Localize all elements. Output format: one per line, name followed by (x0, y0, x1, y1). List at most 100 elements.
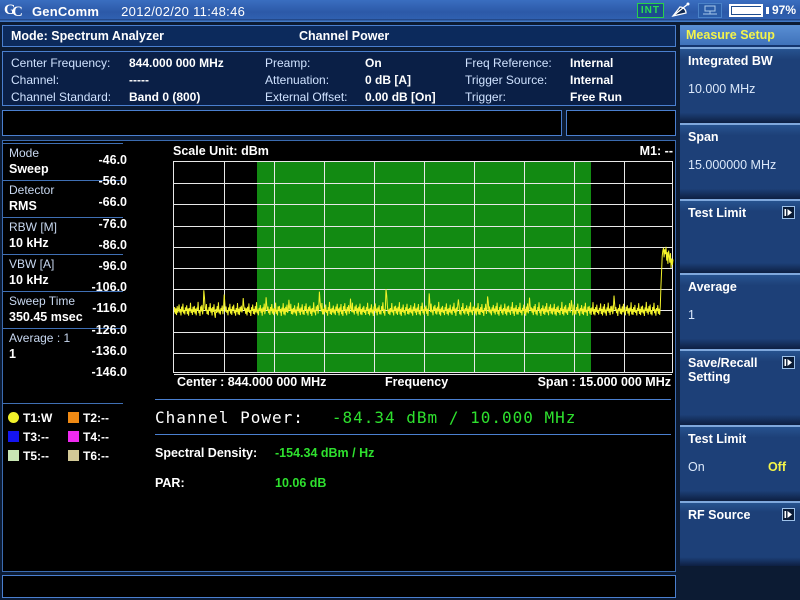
trace-legend-row: T1:W T2:-- (3, 408, 123, 427)
spectrum-trace (174, 246, 674, 318)
y-axis-tick-label: -46.0 (98, 153, 128, 167)
info-value: 0.00 dB [On] (365, 89, 436, 104)
battery-indicator: 97% (728, 3, 796, 17)
span-label: Span : 15.000 000 MHz (537, 375, 671, 389)
info-label: Preamp: (265, 55, 311, 70)
y-axis-tick-label: -86.0 (98, 237, 128, 252)
menu-item-test-limit-toggle[interactable]: Test Limit On Off (680, 425, 800, 501)
datetime-display: 2012/02/20 11:48:46 (121, 3, 246, 19)
trace-label: T4:-- (83, 429, 109, 444)
info-value: Internal (570, 72, 614, 87)
info-row: Channel Standard: Band 0 (800) (11, 88, 265, 105)
par-label: PAR: (155, 476, 185, 490)
info-value: Band 0 (800) (129, 89, 201, 104)
menu-item-rf-source[interactable]: RF Source (680, 501, 800, 566)
submenu-arrow-icon[interactable] (782, 508, 795, 521)
soft-key-menu: Measure Setup Integrated BW 10.000 MHz Spa… (680, 25, 800, 598)
plot-area[interactable] (173, 161, 674, 375)
menu-item-span[interactable]: Span 15.000000 MHz (680, 123, 800, 199)
satellite-dish-icon (671, 2, 691, 18)
submenu-arrow-icon[interactable] (782, 206, 795, 219)
app-name: GenComm (32, 3, 100, 19)
toggle-option-on[interactable]: On (688, 460, 705, 474)
mode-bar: Mode: Spectrum Analyzer Channel Power (2, 25, 676, 47)
menu-item-average[interactable]: Average 1 (680, 273, 800, 349)
trace-color-swatch-icon (8, 412, 19, 423)
status-icon-group: INT 97% (636, 2, 796, 18)
info-label: Trigger: (465, 89, 506, 104)
menu-item-value: 1 (688, 308, 695, 322)
trace-color-swatch-icon (68, 450, 79, 461)
trace-legend-item-t4[interactable]: T4:-- (63, 430, 123, 444)
trace-color-swatch-icon (8, 450, 19, 461)
menu-item-title: Test Limit (688, 432, 747, 446)
trace-legend-item-t5[interactable]: T5:-- (3, 449, 63, 463)
menu-item-save-recall-setting[interactable]: Save/Recall Setting (680, 349, 800, 425)
info-column-frequency: Center Frequency: 844.000 000 MHz Channel… (3, 54, 265, 105)
internal-reference-badge: INT (636, 2, 664, 18)
info-label: Channel Standard: (11, 89, 112, 104)
info-row: Trigger: Free Run (465, 88, 665, 105)
y-axis-tick-label: -76.0 (98, 216, 128, 231)
bottom-strip (2, 575, 676, 598)
menu-item-toggle[interactable]: On Off (688, 460, 794, 474)
gc-logo-icon: GC (4, 2, 23, 20)
info-row: Preamp: On (265, 54, 465, 71)
trace-label: T6:-- (83, 448, 109, 463)
spectrum-chart: Scale Unit: dBm M1: -- Center : 844.000 … (92, 143, 675, 391)
trace-legend-row: T3:-- T4:-- (3, 427, 123, 446)
info-value: ----- (129, 72, 149, 87)
info-value: 844.000 000 MHz (129, 55, 224, 70)
info-row: Freq Reference: Internal (465, 54, 665, 71)
info-value: On (365, 55, 382, 70)
par-value: 10.06 dB (275, 476, 327, 490)
trace-legend-item-t6[interactable]: T6:-- (63, 449, 123, 463)
trace-label: T1:W (23, 410, 53, 425)
spectral-density-value: -154.34 dBm / Hz (275, 446, 375, 460)
channel-power-row: Channel Power: -84.34 dBm / 10.000 MHz (155, 399, 671, 435)
trace-legend-item-t3[interactable]: T3:-- (3, 430, 63, 444)
menu-item-title: Average (688, 280, 737, 294)
trace-legend: T1:W T2:-- T3:-- T4:-- T5:-- T6:-- (3, 403, 123, 465)
info-row: Trigger Source: Internal (465, 71, 665, 88)
info-value: Free Run (570, 89, 623, 104)
trace-legend-item-t1[interactable]: T1:W (3, 411, 63, 425)
menu-item-test-limit[interactable]: Test Limit (680, 199, 800, 273)
menu-item-integrated-bw[interactable]: Integrated BW 10.000 MHz (680, 47, 800, 123)
menu-item-value: 15.000000 MHz (688, 158, 777, 172)
network-icon (697, 2, 722, 18)
info-value: Internal (570, 55, 614, 70)
channel-power-value: -84.34 dBm / 10.000 MHz (331, 407, 577, 427)
trace-color-swatch-icon (68, 431, 79, 442)
spectral-density-label: Spectral Density: (155, 446, 258, 460)
title-bar: GC GenComm 2012/02/20 11:48:46 INT 97% (0, 0, 800, 22)
submenu-arrow-icon[interactable] (782, 356, 795, 369)
spectral-density-row: Spectral Density: -154.34 dBm / Hz (155, 441, 671, 465)
info-label: Freq Reference: (465, 55, 552, 70)
measurement-title: Channel Power (299, 29, 390, 43)
channel-power-label: Channel Power: (155, 407, 304, 427)
info-label: Channel: (11, 72, 60, 87)
y-axis-tick-label: -116.0 (92, 301, 127, 316)
toggle-option-off[interactable]: Off (768, 460, 786, 474)
menu-item-title: RF Source (688, 508, 751, 522)
menu-item-title: Test Limit (688, 206, 747, 220)
info-label: Center Frequency: (11, 55, 111, 70)
y-axis-tick-label: -136.0 (91, 343, 127, 358)
battery-percent: 97% (771, 3, 796, 17)
status-strip-left (2, 110, 562, 136)
par-row: PAR: 10.06 dB (155, 471, 671, 495)
trace-label: T5:-- (23, 448, 49, 463)
trace-label: T3:-- (23, 429, 49, 444)
center-frequency-label: Center : 844.000 000 MHz (177, 375, 327, 389)
main-display: Mode Sweep Detector RMS RBW [M] 10 kHz VBW [A]… (2, 140, 676, 572)
info-row: Center Frequency: 844.000 000 MHz (11, 54, 265, 71)
info-value: 0 dB [A] (365, 72, 411, 87)
menu-item-title: Save/Recall Setting (688, 356, 758, 384)
y-axis-tick-label: -56.0 (98, 174, 128, 189)
trace-legend-item-t2[interactable]: T2:-- (63, 411, 123, 425)
info-label: Attenuation: (265, 72, 330, 87)
trace-label: T2:-- (83, 410, 109, 425)
settings-info-panel: Center Frequency: 844.000 000 MHz Channel… (2, 51, 676, 106)
trace-legend-row: T5:-- T6:-- (3, 446, 123, 465)
